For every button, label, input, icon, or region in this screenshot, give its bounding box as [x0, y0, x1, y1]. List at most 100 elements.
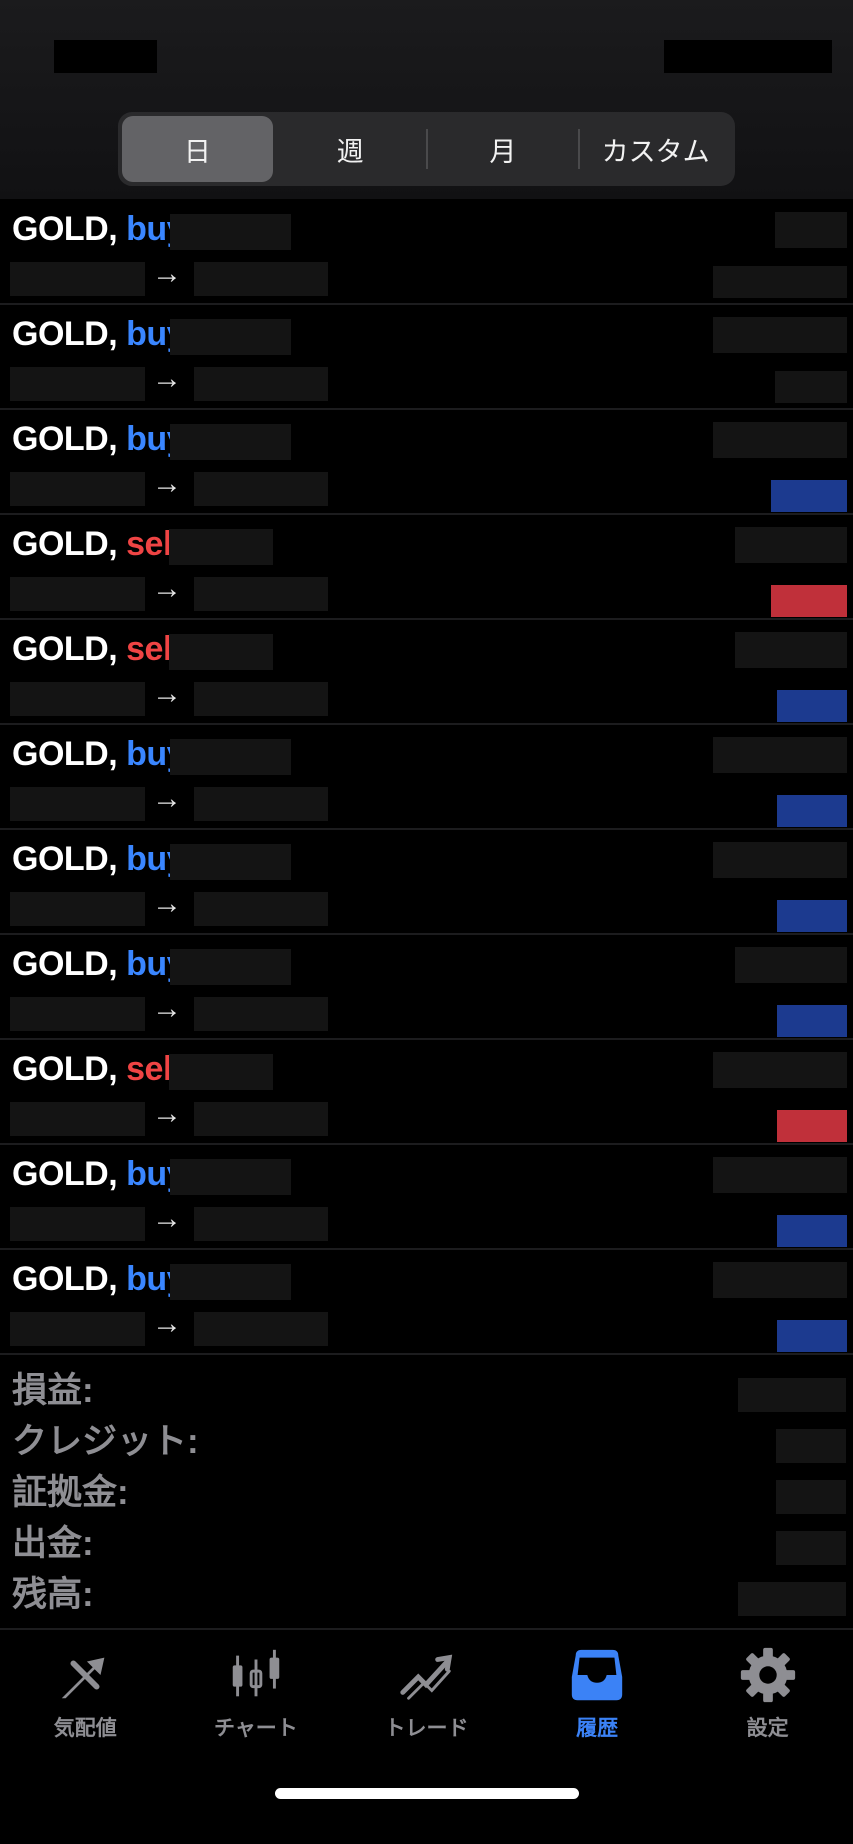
redacted-time — [713, 842, 847, 878]
tab-bar: 気配値 チャート トレード 履歴 設定 — [0, 1632, 853, 1742]
trade-profit-value — [713, 266, 847, 298]
trade-symbol: GOLD, buy — [12, 210, 186, 249]
redacted-time — [713, 1262, 847, 1298]
redacted-time — [735, 527, 847, 563]
trade-symbol: GOLD, buy — [12, 945, 186, 984]
arrow-icon: → — [152, 782, 182, 815]
redacted-volume — [169, 529, 273, 565]
redacted-open-price — [10, 787, 145, 821]
candlestick-icon — [232, 1649, 280, 1697]
arrow-icon: → — [152, 572, 182, 605]
segment-week[interactable]: 週 — [275, 116, 426, 182]
summary-margin-row: 証拠金: — [0, 1462, 853, 1514]
trade-row[interactable]: GOLD, sell → — [0, 515, 853, 620]
trade-profit-value — [777, 1110, 847, 1142]
redacted-value — [776, 1480, 846, 1514]
redacted-open-price — [10, 1102, 145, 1136]
tab-trade-label: トレード — [384, 1717, 469, 1740]
redacted-left-header — [54, 40, 157, 73]
tab-chart-label: チャート — [213, 1717, 298, 1740]
trade-symbol: GOLD, buy — [12, 315, 186, 354]
redacted-close-price — [194, 997, 328, 1031]
redacted-close-price — [194, 472, 328, 506]
history-inbox-icon — [571, 1649, 623, 1701]
home-indicator[interactable] — [275, 1788, 579, 1799]
tabbar-separator — [0, 1628, 853, 1630]
trade-row[interactable]: GOLD, buy → — [0, 200, 853, 305]
summary-credit-row: クレジット: — [0, 1411, 853, 1463]
trade-row[interactable]: GOLD, buy → — [0, 830, 853, 935]
arrow-icon: → — [152, 257, 182, 290]
summary-withdrawal-row: 出金: — [0, 1513, 853, 1565]
redacted-open-price — [10, 1312, 145, 1346]
symbol-name: GOLD, — [12, 1155, 118, 1193]
trade-symbol: GOLD, buy — [12, 1260, 186, 1299]
trade-profit-value — [777, 900, 847, 932]
tab-trade[interactable]: トレード — [341, 1632, 512, 1742]
trade-row[interactable]: GOLD, buy → — [0, 305, 853, 410]
segment-month[interactable]: 月 — [428, 116, 579, 182]
trade-profit-value — [777, 690, 847, 722]
redacted-open-price — [10, 577, 145, 611]
symbol-name: GOLD, — [12, 210, 118, 248]
symbol-name: GOLD, — [12, 1050, 118, 1088]
trade-symbol: GOLD, buy — [12, 1155, 186, 1194]
redacted-volume — [170, 739, 291, 775]
redacted-close-price — [194, 787, 328, 821]
redacted-open-price — [10, 472, 145, 506]
trade-profit-value — [771, 585, 847, 617]
symbol-name: GOLD, — [12, 630, 118, 668]
arrow-icon: → — [152, 362, 182, 395]
redacted-volume — [170, 949, 291, 985]
summary-balance-label: 残高: — [12, 1575, 94, 1614]
summary-pnl-row: 損益: — [0, 1360, 853, 1412]
trade-row[interactable]: GOLD, sell → — [0, 1040, 853, 1145]
segment-day[interactable]: 日 — [122, 116, 273, 182]
redacted-close-price — [194, 892, 328, 926]
redacted-close-price — [194, 577, 328, 611]
summary-credit-label: クレジット: — [12, 1422, 199, 1461]
trade-symbol: GOLD, sell — [12, 1050, 181, 1089]
trade-row[interactable]: GOLD, buy → — [0, 1250, 853, 1355]
redacted-close-price — [194, 682, 328, 716]
redacted-time — [713, 1157, 847, 1193]
redacted-volume — [170, 424, 291, 460]
summary-margin-label: 証拠金: — [12, 1473, 129, 1512]
gear-icon — [740, 1647, 795, 1703]
redacted-time — [735, 947, 847, 983]
trade-row[interactable]: GOLD, buy → — [0, 725, 853, 830]
redacted-value — [738, 1582, 846, 1616]
tab-quotes-label: 気配値 — [53, 1717, 117, 1740]
arrow-icon: → — [152, 467, 182, 500]
arrow-icon: → — [152, 887, 182, 920]
tab-settings[interactable]: 設定 — [682, 1632, 853, 1742]
redacted-volume — [170, 1264, 291, 1300]
arrow-icon: → — [152, 1202, 182, 1235]
trade-row[interactable]: GOLD, buy → — [0, 410, 853, 515]
redacted-time — [713, 1052, 847, 1088]
tab-chart[interactable]: チャート — [171, 1632, 342, 1742]
redacted-time — [735, 632, 847, 668]
redacted-time — [713, 422, 847, 458]
redacted-close-price — [194, 367, 328, 401]
trade-profit-value — [775, 371, 847, 403]
summary-pnl-label: 損益: — [12, 1371, 94, 1410]
tab-quotes[interactable]: 気配値 — [0, 1632, 171, 1742]
tab-history[interactable]: 履歴 — [512, 1632, 683, 1742]
period-segmented-control: 日 週 月 カスタム — [118, 112, 735, 186]
redacted-close-price — [194, 1312, 328, 1346]
redacted-close-price — [194, 262, 328, 296]
trade-symbol: GOLD, sell — [12, 525, 181, 564]
trade-row[interactable]: GOLD, buy → — [0, 935, 853, 1040]
redacted-open-price — [10, 682, 145, 716]
trade-row[interactable]: GOLD, buy → — [0, 1145, 853, 1250]
trade-profit-value — [777, 1320, 847, 1352]
symbol-name: GOLD, — [12, 315, 118, 353]
redacted-volume — [170, 319, 291, 355]
segment-custom[interactable]: カスタム — [580, 116, 731, 182]
summary-balance-row: 残高: — [0, 1564, 853, 1616]
trade-profit-value — [777, 1005, 847, 1037]
redacted-open-price — [10, 262, 145, 296]
trade-row[interactable]: GOLD, sell → — [0, 620, 853, 725]
symbol-name: GOLD, — [12, 840, 118, 878]
